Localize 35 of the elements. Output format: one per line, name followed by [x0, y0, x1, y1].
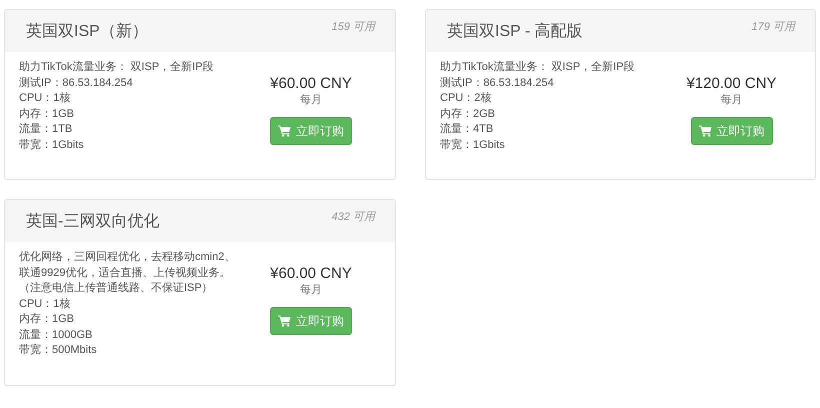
spec-text: 内存：1GB	[19, 312, 76, 327]
spec-text: 流量：1000GB	[19, 328, 94, 342]
availability-count: 432 可用	[332, 210, 375, 225]
availability-count: 179 可用	[752, 20, 795, 35]
spec-text: 流量：4TB	[440, 122, 494, 137]
spec-text: 带宽：500Mbits	[19, 343, 98, 358]
spec-text: 助力TikTok流量业务： 双ISP，全新IP段	[19, 60, 215, 75]
spec-text: 带宽：1Gbits	[440, 138, 506, 152]
product-title: 英国双ISP - 高配版	[447, 22, 583, 42]
cart-icon	[278, 315, 291, 327]
cart-icon	[278, 125, 291, 137]
price: ¥60.00 CNY	[270, 75, 352, 93]
spec-text: 内存：1GB	[19, 106, 76, 122]
spec-text: CPU：2核	[440, 91, 492, 106]
billing-period: 每月	[300, 93, 322, 107]
order-button[interactable]: 立即订购	[270, 117, 352, 145]
order-button[interactable]: 立即订购	[690, 117, 772, 145]
spec-text: 测试IP：86.53.184.254	[440, 76, 555, 90]
availability-count: 159 可用	[332, 20, 375, 35]
product-title: 英国-三网双向优化	[26, 212, 160, 232]
order-button[interactable]: 立即订购	[270, 307, 352, 335]
cart-icon	[698, 125, 712, 137]
spec-text: CPU：1核	[19, 296, 72, 312]
spec-text: 流量：1TB	[19, 122, 74, 137]
spec-text: 测试IP：86.53.184.254	[19, 76, 134, 90]
billing-period: 每月	[720, 93, 742, 107]
product-title: 英国双ISP（新）	[26, 22, 148, 42]
spec-text: 带宽：1Gbits	[19, 138, 85, 152]
spec-text: CPU：1核	[19, 91, 72, 106]
spec-text: 助力TikTok流量业务： 双ISP，全新IP段	[440, 60, 636, 75]
spec-text: 内存：2GB	[440, 106, 496, 122]
price: ¥120.00 CNY	[686, 75, 777, 93]
billing-period: 每月	[300, 283, 322, 297]
spec-text: 优化网络，三网回程优化，去程移动cmin2、联通9929优化，适合直播、上传视频业务。（注意电信上传普通线路、不保证ISP）	[19, 250, 236, 296]
price: ¥60.00 CNY	[270, 265, 352, 283]
